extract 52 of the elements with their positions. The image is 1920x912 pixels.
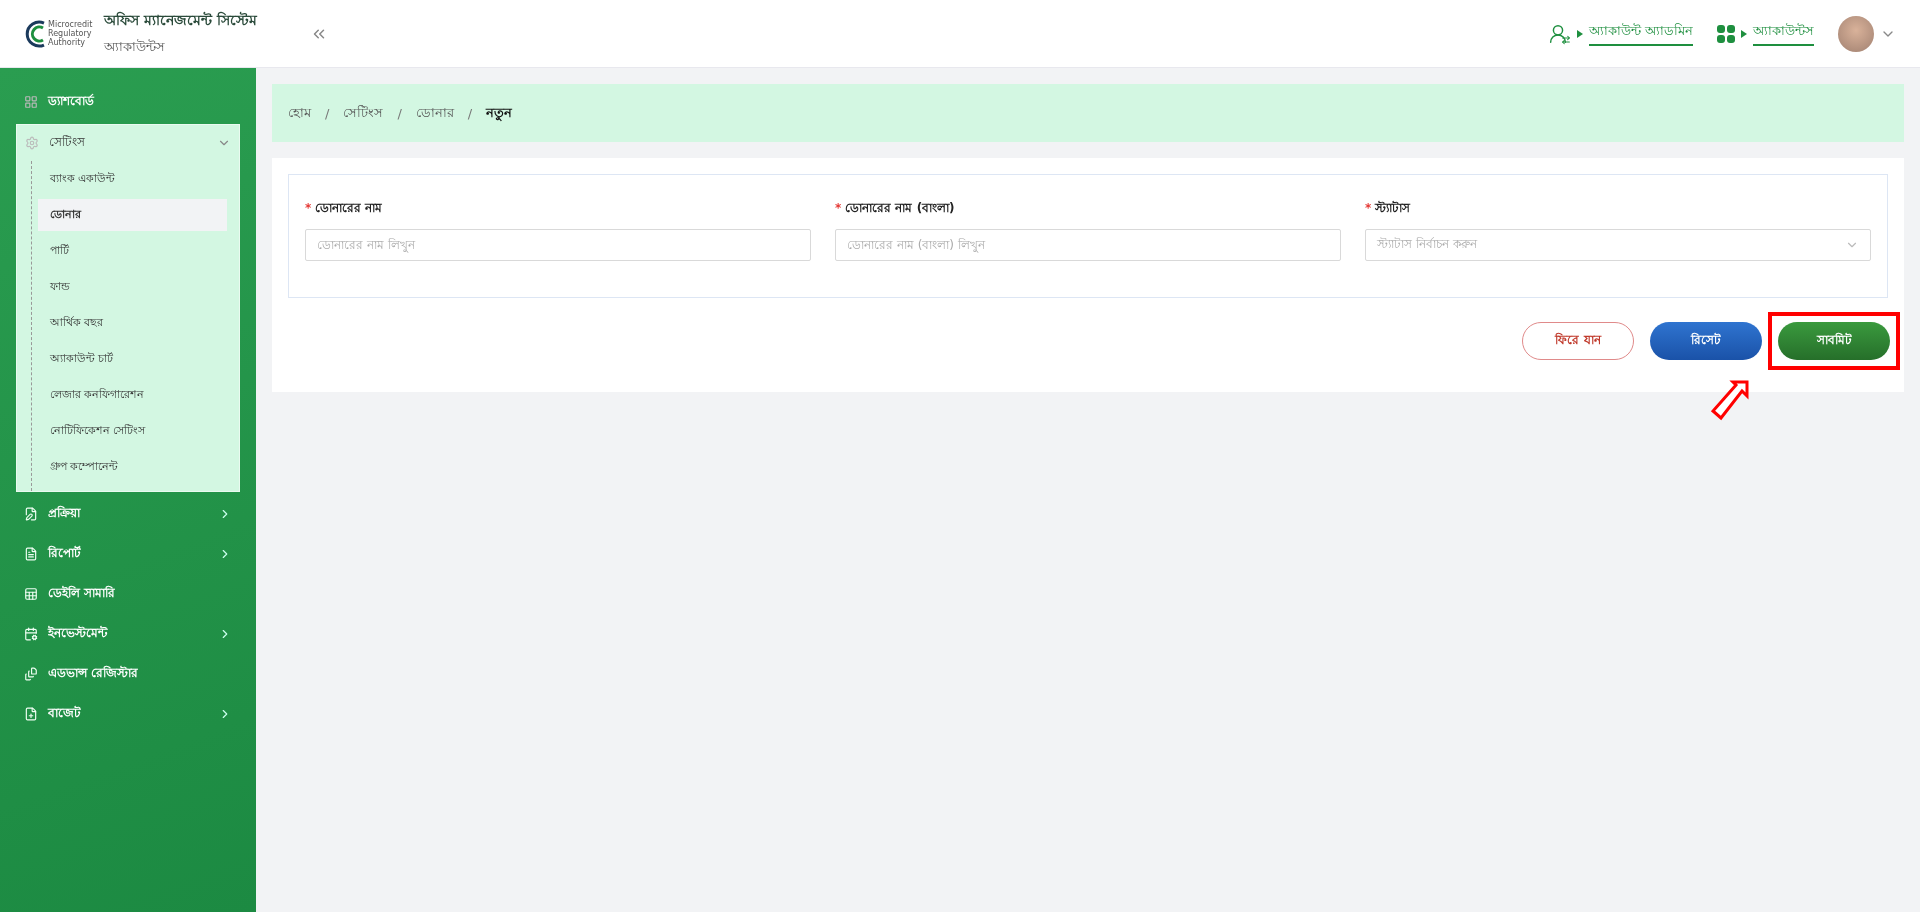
- breadcrumb-link[interactable]: হোম: [288, 102, 311, 124]
- sidebar-item[interactable]: প্রক্রিয়া: [16, 494, 240, 534]
- submenu-item[interactable]: লেজার কনফিগারেশন: [38, 379, 227, 411]
- logo-caption: Regulatory: [48, 29, 93, 38]
- breadcrumb-link[interactable]: নতুন: [486, 102, 513, 124]
- input-field[interactable]: ডোনারের নাম (বাংলা) লিখুন: [835, 229, 1341, 261]
- input-field[interactable]: ডোনারের নাম লিখুন: [305, 229, 811, 261]
- settings-icon: [25, 136, 39, 150]
- breadcrumb-link[interactable]: ডোনার: [415, 102, 454, 124]
- field-label: * ডোনারের নাম (বাংলা): [835, 200, 956, 217]
- app-title: অফিস ম্যানেজমেন্ট সিস্টেম: [104, 10, 258, 30]
- sidebar-item[interactable]: সেটিংস: [17, 125, 239, 161]
- logo-caption: Microcredit: [48, 20, 93, 29]
- sidebar-item[interactable]: ডেইলি সামারি: [16, 574, 240, 614]
- document-edit-icon: [24, 507, 38, 521]
- document-plus-icon: [24, 707, 38, 721]
- breadcrumb-separator: /: [397, 105, 402, 121]
- breadcrumb-separator: /: [325, 105, 330, 121]
- sidebar-item[interactable]: ড্যাশবোর্ড: [16, 82, 240, 122]
- submenu-item[interactable]: ডোনার: [38, 199, 227, 231]
- logo-caption: Authority: [48, 38, 86, 47]
- submenu-item[interactable]: পার্টি: [38, 235, 227, 267]
- calendar-gear-icon: [24, 627, 38, 641]
- documents-icon: [24, 667, 38, 681]
- header-link[interactable]: অ্যাকাউন্টস: [1753, 21, 1814, 46]
- submenu-item[interactable]: নোটিফিকেশন সেটিংস: [38, 415, 227, 447]
- sidebar-item[interactable]: এডভান্স রেজিস্টার: [16, 654, 240, 694]
- back-button[interactable]: ফিরে যান: [1522, 322, 1634, 360]
- field-label: * ডোনারের নাম: [305, 200, 384, 217]
- submenu-item[interactable]: ব্যাংক একাউন্ট: [38, 163, 227, 195]
- submenu-item[interactable]: অ্যাকাউন্ট চার্ট: [38, 343, 227, 375]
- document-icon: [24, 547, 38, 561]
- field-label: * স্ট্যাটাস: [1365, 200, 1412, 217]
- sidebar-item[interactable]: রিপোর্ট: [16, 534, 240, 574]
- sidebar-item[interactable]: ইনভেস্টমেন্ট: [16, 614, 240, 654]
- apps-icon: [1717, 24, 1735, 43]
- reset-button[interactable]: রিসেট: [1650, 322, 1762, 360]
- dashboard-icon: [24, 95, 38, 109]
- submenu-item[interactable]: গ্রুপ কম্পোনেন্ট: [38, 451, 227, 483]
- breadcrumb-link[interactable]: সেটিংস: [343, 102, 384, 124]
- submit-button[interactable]: সাবমিট: [1778, 322, 1890, 360]
- submenu-item[interactable]: আর্থিক বছর: [38, 307, 227, 339]
- sidebar-item[interactable]: বাজেট: [16, 694, 240, 734]
- table-icon: [24, 587, 38, 601]
- app-subtitle: অ্যাকাউন্টস: [104, 38, 167, 56]
- submenu-item[interactable]: ফান্ড: [38, 271, 227, 303]
- breadcrumb-separator: /: [467, 105, 473, 121]
- logo-icon: [24, 18, 46, 49]
- caret-icon: [1576, 29, 1583, 38]
- header-link[interactable]: অ্যাকাউন্ট অ্যাডমিন: [1588, 21, 1693, 46]
- avatar[interactable]: [1838, 15, 1874, 52]
- caret-icon: [1741, 29, 1747, 38]
